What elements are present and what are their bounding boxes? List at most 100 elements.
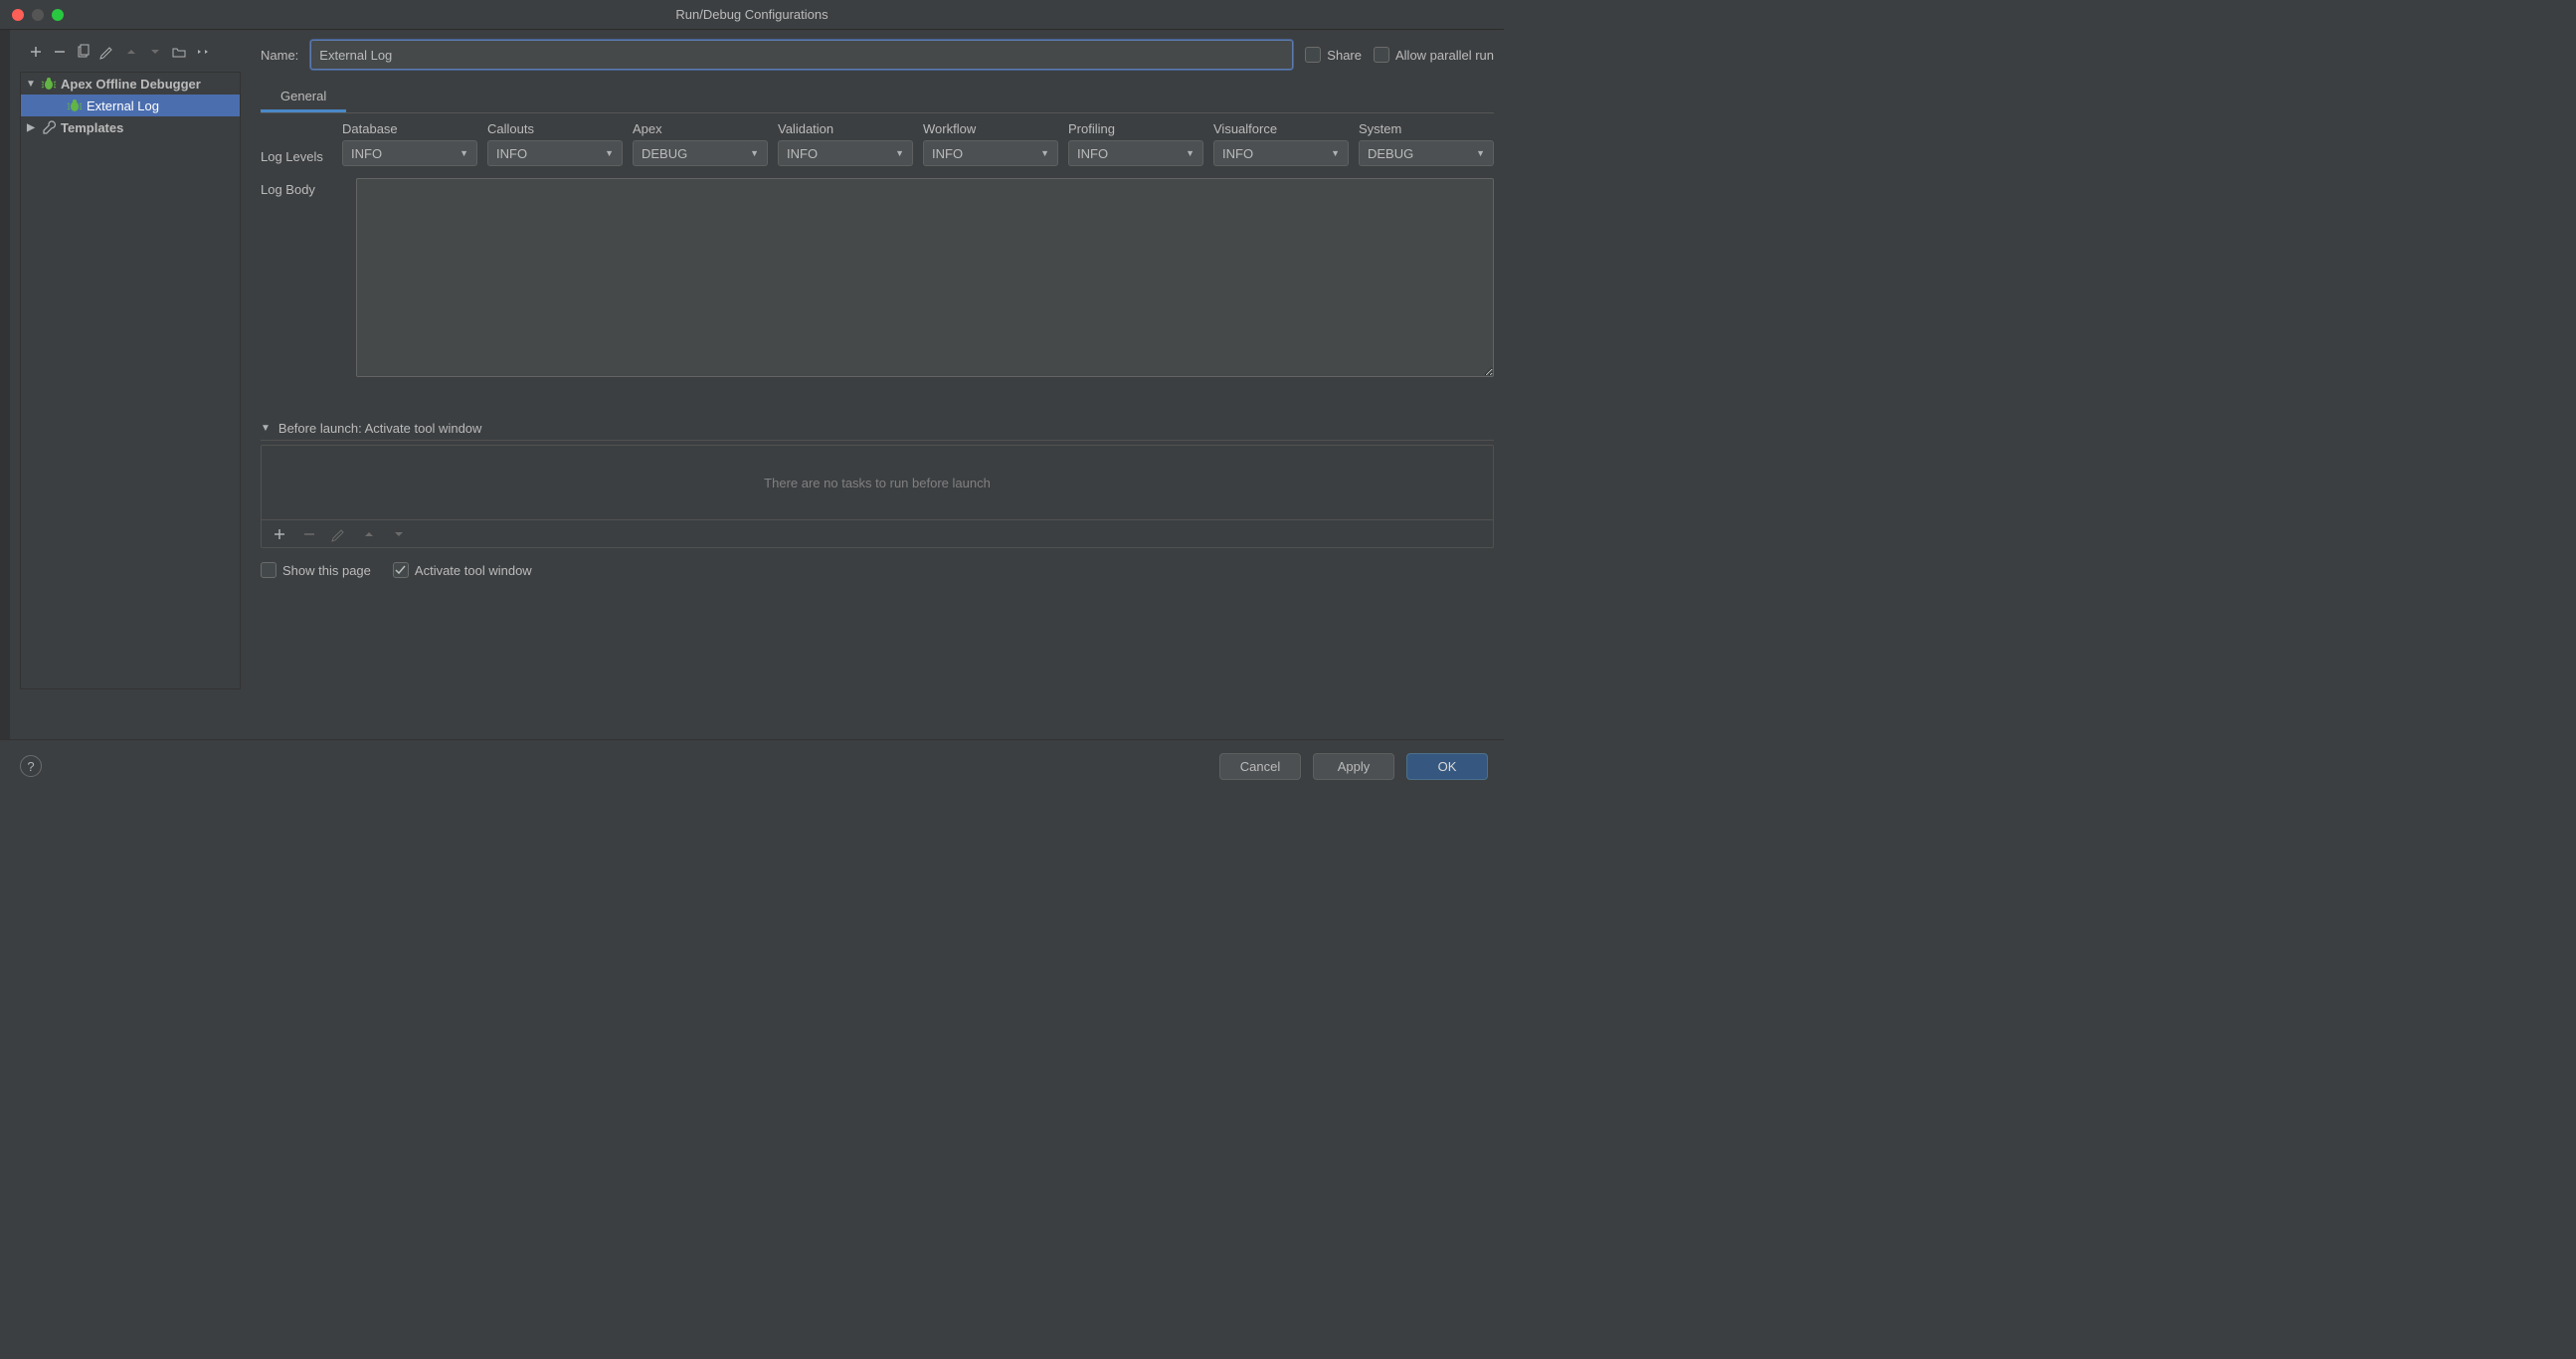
add-config-button[interactable] [24, 40, 48, 64]
tab-general[interactable]: General [261, 84, 346, 112]
level-select-workflow[interactable]: INFO▼ [923, 140, 1058, 166]
tree-node-label: Templates [61, 120, 123, 135]
window-title: Run/Debug Configurations [675, 7, 828, 22]
config-detail-panel: Name: Share Allow parallel run General L… [251, 30, 1504, 739]
chevron-down-icon: ▼ [750, 148, 759, 158]
share-checkbox-wrap[interactable]: Share [1305, 47, 1362, 63]
bottom-checks: Show this page Activate tool window [261, 562, 1494, 578]
level-header: Database [342, 121, 477, 136]
close-window-button[interactable] [12, 9, 24, 21]
share-label: Share [1327, 48, 1362, 63]
level-header: Profiling [1068, 121, 1203, 136]
tree-node-external-log[interactable]: External Log [21, 95, 240, 116]
level-header: Workflow [923, 121, 1058, 136]
level-col-system: System DEBUG▼ [1359, 121, 1494, 166]
left-gutter [0, 30, 10, 739]
bug-icon [67, 97, 83, 113]
chevron-down-icon: ▼ [1331, 148, 1340, 158]
config-tree[interactable]: ▼ Apex Offline Debugger External Log ▶ [20, 72, 241, 689]
name-label: Name: [261, 48, 298, 63]
wrench-icon [41, 119, 57, 135]
level-col-visualforce: Visualforce INFO▼ [1213, 121, 1349, 166]
cancel-button[interactable]: Cancel [1219, 753, 1301, 780]
level-select-visualforce[interactable]: INFO▼ [1213, 140, 1349, 166]
chevron-right-icon: ▶ [25, 122, 37, 133]
chevron-down-icon: ▼ [261, 423, 271, 434]
main-content: ▼ Apex Offline Debugger External Log ▶ [0, 30, 1504, 739]
level-header: Apex [633, 121, 768, 136]
level-header: Callouts [487, 121, 623, 136]
chevron-down-icon: ▼ [1476, 148, 1485, 158]
activate-tool-checkbox[interactable] [393, 562, 409, 578]
remove-task-button[interactable] [297, 522, 321, 546]
remove-config-button[interactable] [48, 40, 72, 64]
bottom-bar: Cancel Apply OK [0, 739, 1504, 793]
level-select-database[interactable]: INFO▼ [342, 140, 477, 166]
task-up-button[interactable] [357, 522, 381, 546]
before-launch-tasks: There are no tasks to run before launch [261, 445, 1494, 548]
level-select-apex[interactable]: DEBUG▼ [633, 140, 768, 166]
name-row: Name: Share Allow parallel run [261, 40, 1494, 70]
folder-button[interactable] [167, 40, 191, 64]
expand-toolbar-button[interactable] [191, 40, 215, 64]
activate-tool-label: Activate tool window [415, 563, 532, 578]
move-up-button[interactable] [119, 40, 143, 64]
log-body-label: Log Body [261, 178, 346, 377]
task-down-button[interactable] [387, 522, 411, 546]
chevron-down-icon: ▼ [895, 148, 904, 158]
level-select-callouts[interactable]: INFO▼ [487, 140, 623, 166]
name-input[interactable] [310, 40, 1293, 70]
level-select-system[interactable]: DEBUG▼ [1359, 140, 1494, 166]
activate-tool-wrap[interactable]: Activate tool window [393, 562, 532, 578]
log-levels-grid: Database INFO▼ Callouts INFO▼ Apex DEBUG… [342, 121, 1494, 166]
level-col-apex: Apex DEBUG▼ [633, 121, 768, 166]
show-this-page-wrap[interactable]: Show this page [261, 562, 371, 578]
tree-node-label: Apex Offline Debugger [61, 77, 201, 92]
apply-button[interactable]: Apply [1313, 753, 1394, 780]
allow-parallel-label: Allow parallel run [1395, 48, 1494, 63]
sidebar-toolbar [20, 40, 251, 64]
window-controls [12, 9, 64, 21]
before-launch-title: Before launch: Activate tool window [278, 421, 482, 436]
level-select-validation[interactable]: INFO▼ [778, 140, 913, 166]
share-checkbox[interactable] [1305, 47, 1321, 63]
tree-node-templates[interactable]: ▶ Templates [21, 116, 240, 138]
ok-button[interactable]: OK [1406, 753, 1488, 780]
level-col-workflow: Workflow INFO▼ [923, 121, 1058, 166]
move-down-button[interactable] [143, 40, 167, 64]
chevron-down-icon: ▼ [1040, 148, 1049, 158]
zoom-window-button[interactable] [52, 9, 64, 21]
level-header: Validation [778, 121, 913, 136]
level-col-profiling: Profiling INFO▼ [1068, 121, 1203, 166]
chevron-down-icon: ▼ [25, 79, 37, 90]
config-sidebar: ▼ Apex Offline Debugger External Log ▶ [10, 30, 251, 739]
log-levels-row: Log Levels Database INFO▼ Callouts INFO▼… [261, 121, 1494, 166]
edit-defaults-button[interactable] [95, 40, 119, 64]
before-launch-header[interactable]: ▼ Before launch: Activate tool window [261, 417, 1494, 441]
add-task-button[interactable] [268, 522, 291, 546]
show-this-page-label: Show this page [282, 563, 371, 578]
tabs: General [261, 84, 1494, 113]
log-body-textarea[interactable] [356, 178, 1494, 377]
tree-node-label: External Log [87, 98, 159, 113]
allow-parallel-checkbox-wrap[interactable]: Allow parallel run [1374, 47, 1494, 63]
level-col-database: Database INFO▼ [342, 121, 477, 166]
level-header: Visualforce [1213, 121, 1349, 136]
minimize-window-button[interactable] [32, 9, 44, 21]
log-levels-label: Log Levels [261, 121, 332, 164]
tree-node-apex-offline-debugger[interactable]: ▼ Apex Offline Debugger [21, 73, 240, 95]
help-button[interactable]: ? [20, 755, 42, 777]
allow-parallel-checkbox[interactable] [1374, 47, 1389, 63]
chevron-down-icon: ▼ [460, 148, 468, 158]
bug-icon [41, 76, 57, 92]
chevron-down-icon: ▼ [605, 148, 614, 158]
copy-config-button[interactable] [72, 40, 95, 64]
level-select-profiling[interactable]: INFO▼ [1068, 140, 1203, 166]
level-col-callouts: Callouts INFO▼ [487, 121, 623, 166]
level-col-validation: Validation INFO▼ [778, 121, 913, 166]
run-debug-config-window: Run/Debug Configurations ▼ [0, 0, 1504, 793]
show-this-page-checkbox[interactable] [261, 562, 276, 578]
titlebar: Run/Debug Configurations [0, 0, 1504, 30]
edit-task-button[interactable] [327, 522, 351, 546]
bottom-bar-wrap: ? Cancel Apply OK [0, 739, 1504, 793]
